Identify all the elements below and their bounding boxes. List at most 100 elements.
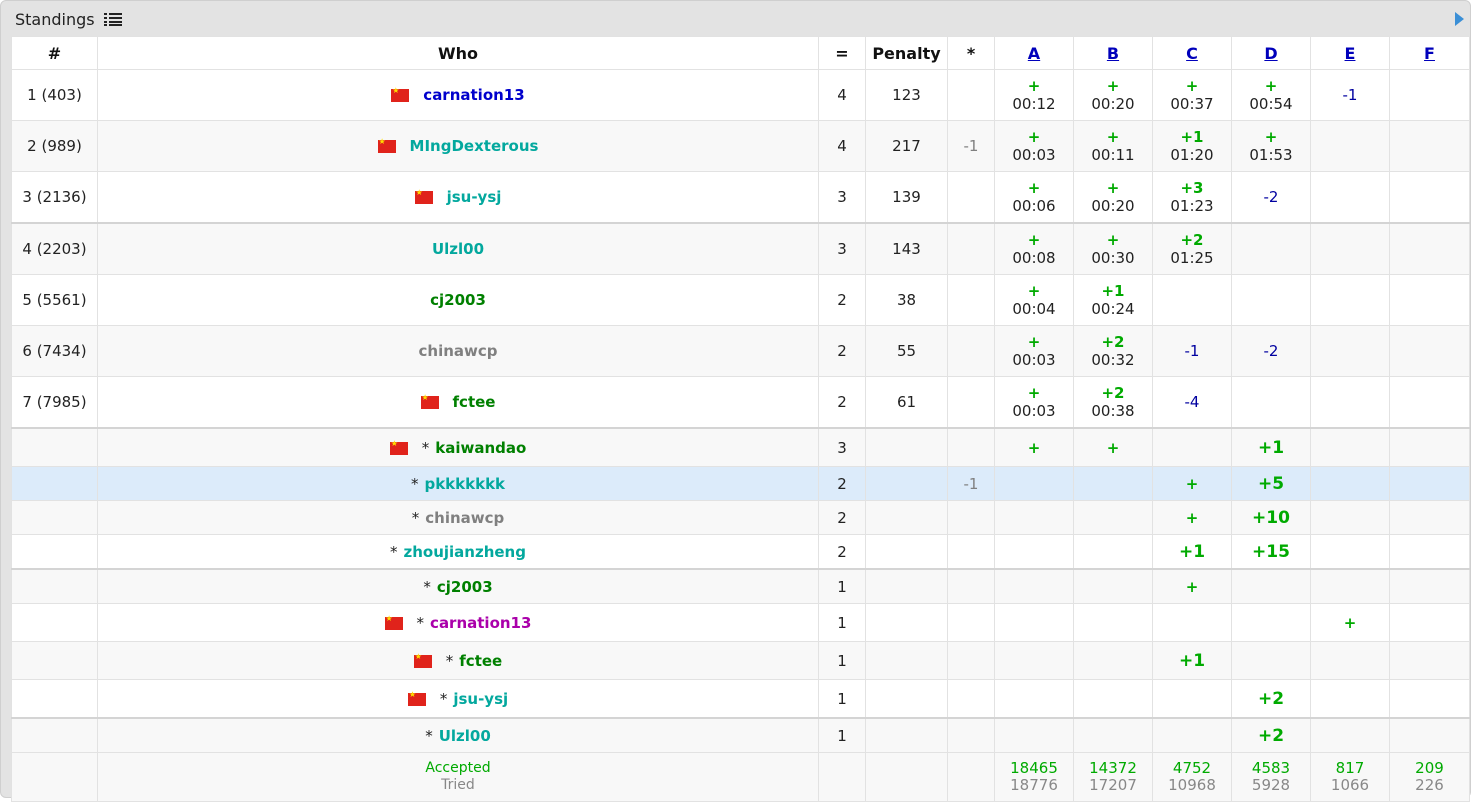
problem-a-cell[interactable]: +00:03 [994,325,1074,377]
problem-b-cell[interactable]: +00:11 [1073,120,1153,172]
problem-a-cell[interactable]: +00:06 [994,171,1074,224]
problem-c-header[interactable]: C [1152,36,1232,70]
problem-b-cell[interactable]: +00:20 [1073,171,1153,224]
participant-handle[interactable]: jsu-ysj [447,188,502,206]
problem-b-cell [1073,641,1153,680]
hacks-cell [947,568,995,604]
problem-c-cell[interactable]: +1 01:20 [1152,120,1232,172]
problem-f-header[interactable]: F [1389,36,1470,70]
accepted-result: +00:08 [996,231,1073,267]
participant-handle[interactable]: MIngDexterous [410,137,539,155]
result-mark: + [1027,333,1041,351]
hacks-cell [947,274,995,326]
result-mark: +3 [1180,179,1204,197]
accepted-result: +5 [1258,474,1284,494]
who-cell: * pkkkkkkk [97,466,819,501]
problem-a-link[interactable]: A [1028,44,1040,63]
participant-handle[interactable]: cj2003 [430,291,486,309]
problem-d-cell[interactable]: +5 [1231,466,1311,501]
problem-a-cell[interactable]: + [994,427,1074,467]
participant-handle[interactable]: chinawcp [419,342,498,360]
problem-d-cell[interactable]: +01:53 [1231,120,1311,172]
who-cell: Ulzl00 [97,222,819,275]
participant-handle[interactable]: cj2003 [437,578,493,596]
problem-f-link[interactable]: F [1424,44,1435,63]
problem-b-cell[interactable]: +2 00:38 [1073,376,1153,429]
problem-b-link[interactable]: B [1107,44,1119,63]
problem-e-header[interactable]: E [1310,36,1390,70]
participant-handle[interactable]: fctee [459,652,502,670]
problem-d-cell[interactable]: -2 [1231,171,1311,224]
problem-d-cell[interactable]: +15 [1231,534,1311,570]
accepted-result: +1 00:24 [1075,282,1152,318]
problem-a-header[interactable]: A [994,36,1074,70]
accepted-result: +00:54 [1233,77,1310,113]
problem-d-cell[interactable]: -2 [1231,325,1311,377]
problem-c-cell[interactable]: +1 [1152,534,1232,570]
participant-handle[interactable]: carnation13 [430,614,531,632]
accepted-result: +10 [1252,508,1290,528]
problem-b-cell[interactable]: + [1073,427,1153,467]
problem-f-cell [1389,222,1470,275]
problem-d-header[interactable]: D [1231,36,1311,70]
participant-handle[interactable]: fctee [453,393,496,411]
who-cell: * zhoujianzheng [97,534,819,570]
participant-handle[interactable]: kaiwandao [435,439,526,457]
participant-handle[interactable]: zhoujianzheng [404,543,526,561]
problem-d-cell[interactable]: +2 [1231,679,1311,719]
problem-c-cell[interactable]: -1 [1152,325,1232,377]
problem-b-cell[interactable]: +2 00:32 [1073,325,1153,377]
problem-a-cell [994,679,1074,719]
problem-c-cell[interactable]: + [1152,568,1232,604]
problem-d-cell[interactable]: +00:54 [1231,69,1311,121]
problem-a-cell[interactable]: +00:12 [994,69,1074,121]
problem-c-link[interactable]: C [1186,44,1198,63]
problem-b-cell[interactable]: +00:30 [1073,222,1153,275]
who-cell: cj2003 [97,274,819,326]
accept-time: 00:03 [1012,351,1056,369]
hacks-header: * [947,36,995,70]
problem-b-cell[interactable]: +1 00:24 [1073,274,1153,326]
problem-d-cell[interactable]: +2 [1231,717,1311,753]
stats-f: 209 226 [1389,752,1470,802]
problem-d-cell[interactable]: +1 [1231,427,1311,467]
problem-c-cell[interactable]: + [1152,500,1232,535]
problem-b-header[interactable]: B [1073,36,1153,70]
participant-handle[interactable]: Ulzl00 [439,727,491,745]
accepted-result: +00:11 [1075,128,1152,164]
result-mark: + [1106,438,1120,457]
problem-c-cell[interactable]: +2 01:25 [1152,222,1232,275]
expand-play-icon[interactable] [1455,12,1464,26]
problem-e-cell[interactable]: + [1310,603,1390,642]
penalty-cell: 217 [865,120,948,172]
problem-c-cell[interactable]: +00:37 [1152,69,1232,121]
problem-c-cell[interactable]: +3 01:23 [1152,171,1232,224]
solved-cell: 1 [818,717,866,753]
problem-d-link[interactable]: D [1264,44,1277,63]
hacks-cell [947,534,995,570]
problem-a-cell[interactable]: +00:04 [994,274,1074,326]
rejected-result: -1 [1342,86,1358,104]
result-mark: + [1027,179,1041,197]
participant-handle[interactable]: pkkkkkkk [424,475,505,493]
problem-d-cell [1231,568,1311,604]
rejected-result: -2 [1263,342,1279,360]
problem-b-cell[interactable]: +00:20 [1073,69,1153,121]
problem-a-cell[interactable]: +00:03 [994,120,1074,172]
participant-handle[interactable]: carnation13 [423,86,524,104]
problem-a-cell[interactable]: +00:03 [994,376,1074,429]
problem-e-link[interactable]: E [1345,44,1356,63]
china-flag-icon [391,86,410,102]
participant-handle[interactable]: Ulzl00 [432,240,484,258]
participant-handle[interactable]: chinawcp [425,509,504,527]
problem-d-cell[interactable]: +10 [1231,500,1311,535]
problem-c-cell[interactable]: + [1152,466,1232,501]
solved-cell: 2 [818,274,866,326]
tried-count: 18776 [1010,776,1058,794]
list-icon[interactable] [103,10,122,32]
problem-c-cell[interactable]: -4 [1152,376,1232,429]
problem-e-cell[interactable]: -1 [1310,69,1390,121]
participant-handle[interactable]: jsu-ysj [453,690,508,708]
problem-c-cell[interactable]: +1 [1152,641,1232,680]
problem-a-cell[interactable]: +00:08 [994,222,1074,275]
